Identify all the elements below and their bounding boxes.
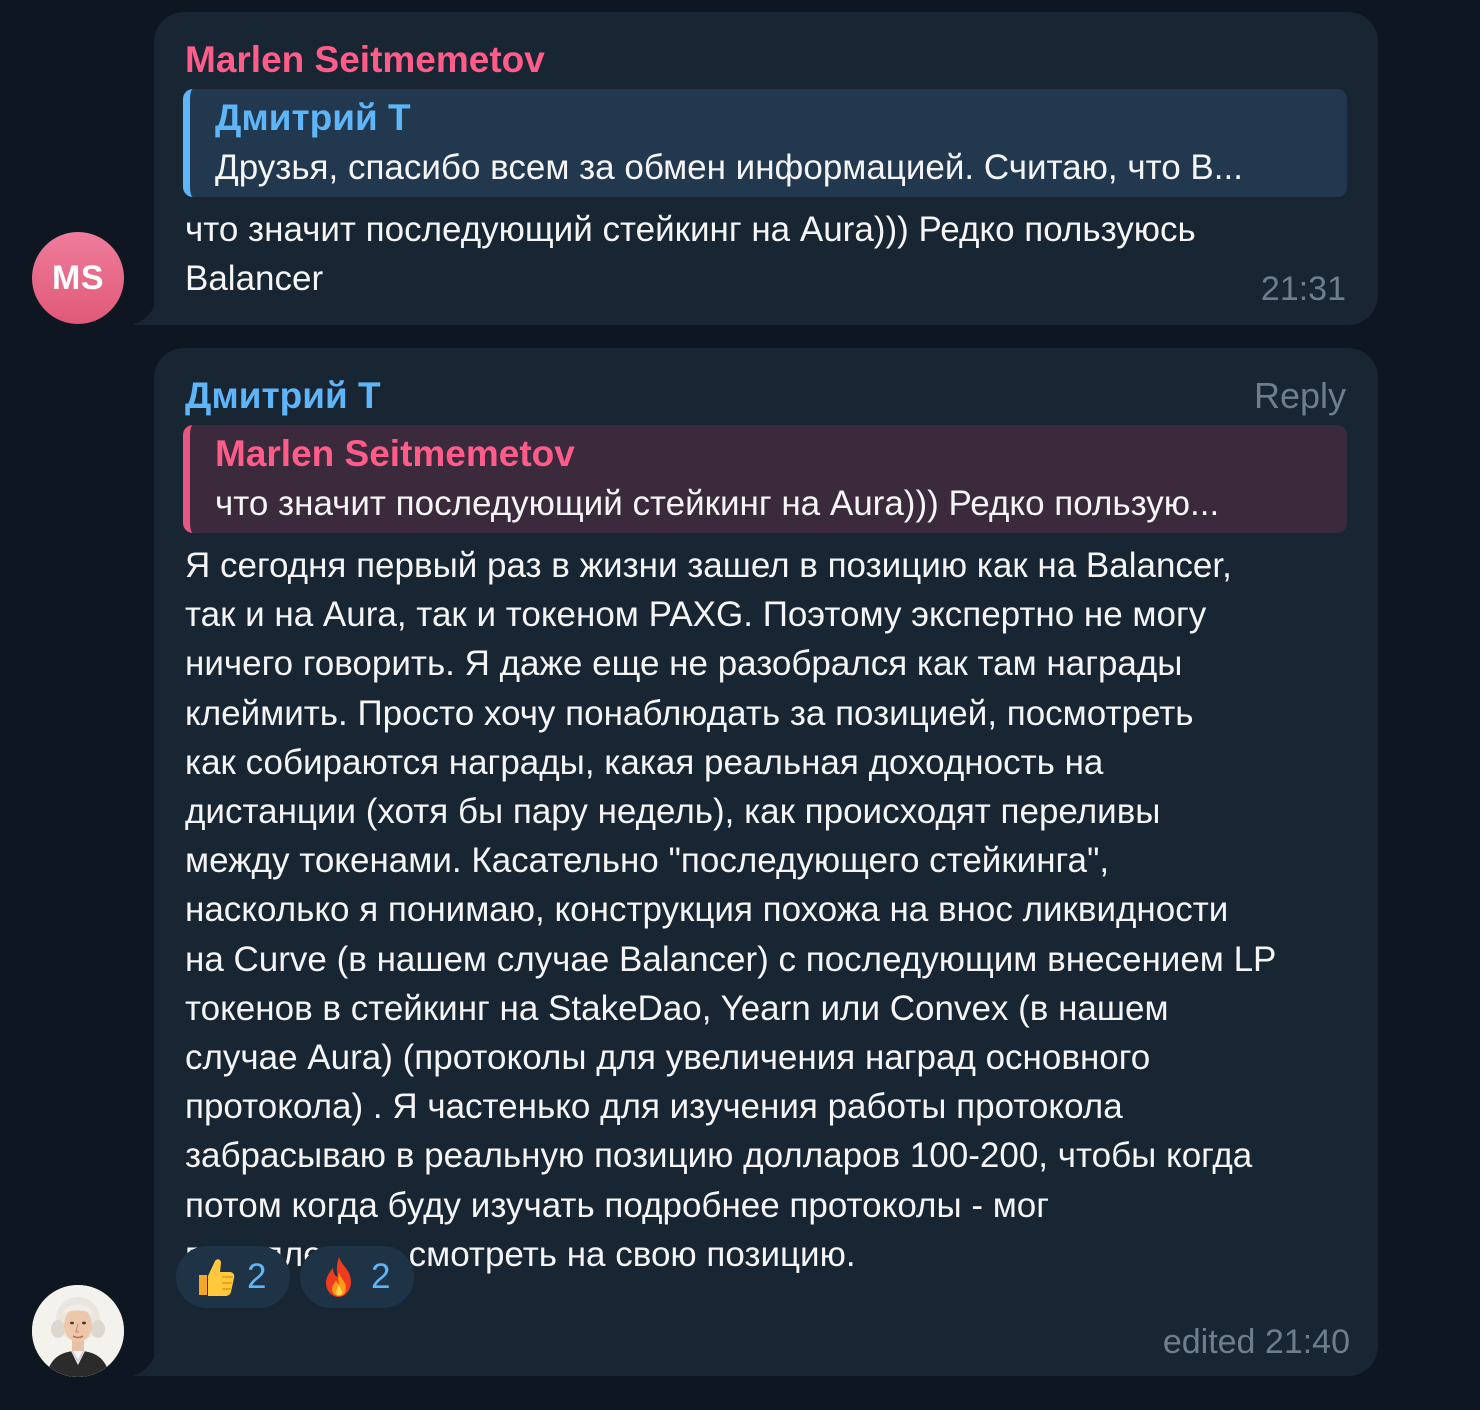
message-text-line: токенов в стейкинг на StakeDao, Yearn ил… [185, 988, 1169, 1028]
message-text-line: Balancer [185, 259, 324, 299]
avatar[interactable] [32, 1285, 124, 1377]
message-time: 21:31 [1260, 270, 1346, 308]
message-text-line: клеймить. Просто хочу понаблюдать за поз… [185, 693, 1194, 733]
message-text-line: между токенами. Касательно "последующего… [185, 841, 1110, 881]
reply-button[interactable]: Reply [1254, 375, 1346, 417]
message-time: edited 21:40 [1162, 1323, 1350, 1361]
message-text-line: на Curve (в нашем случае Balancer) с пос… [185, 939, 1277, 979]
reply-quote-author: Дмитрий Т [215, 97, 411, 138]
message-text: Я сегодня первый раз в жизни зашел в поз… [185, 541, 1360, 1279]
message-text-line: так и на Aura, так и токеном PAXG. Поэто… [185, 595, 1207, 635]
reaction-count: 2 [247, 1257, 267, 1296]
reaction-count: 2 [371, 1257, 391, 1296]
message-text: что значит последующий стейкинг на Aura)… [185, 205, 1360, 303]
avatar-initials: MS [52, 258, 104, 297]
message-text-line: как собираются награды, какая реальная д… [185, 742, 1104, 782]
avatar[interactable]: MS [32, 232, 124, 324]
message-text-line: дистанции (хотя бы пару недель), как про… [185, 792, 1161, 832]
reaction-thumbs-up[interactable]: 2 [176, 1246, 290, 1308]
message-text-line: потом когда буду изучать подробнее прото… [185, 1185, 1050, 1225]
reply-quote[interactable]: Дмитрий Т Друзья, спасибо всем за обмен … [183, 89, 1347, 197]
message-text-line: ничего говорить. Я даже еще не разобралс… [185, 644, 1183, 684]
message-author[interactable]: Marlen Seitmemetov [185, 39, 545, 81]
reply-quote-author: Marlen Seitmemetov [215, 433, 575, 474]
message-bubble[interactable]: Marlen Seitmemetov Дмитрий Т Друзья, спа… [132, 12, 1378, 325]
reaction-fire[interactable]: 2 [300, 1246, 414, 1308]
message-text-line: случае Aura) (протоколы для увеличения н… [185, 1038, 1151, 1078]
thumbs-up-icon [199, 1259, 235, 1296]
bubble-tail [132, 1352, 156, 1376]
message-text-line: забрасываю в реальную позицию долларов 1… [185, 1136, 1253, 1176]
chat-history: MS Marlen Seitmemetov Дмитрий Т Друзья, … [0, 0, 1480, 1410]
message-text-line: насколько я понимаю, конструкция похожа … [185, 890, 1229, 930]
reply-quote-text: Друзья, спасибо всем за обмен информацие… [215, 148, 1243, 187]
message-bubble[interactable]: Дмитрий Т Reply Marlen Seitmemetov что з… [132, 348, 1378, 1376]
reply-quote-text: что значит последующий стейкинг на Aura)… [215, 484, 1220, 523]
message-text-line: протокола) . Я частенько для изучения ра… [185, 1087, 1123, 1127]
bubble-tail [132, 301, 156, 325]
fire-icon [326, 1257, 351, 1297]
message-author[interactable]: Дмитрий Т [185, 375, 381, 417]
reply-quote[interactable]: Marlen Seitmemetov что значит последующи… [183, 425, 1347, 533]
message-text-line: Я сегодня первый раз в жизни зашел в поз… [185, 546, 1232, 585]
portrait-avatar-image [32, 1285, 124, 1377]
message-text-line: что значит последующий стейкинг на Aura)… [185, 210, 1196, 249]
